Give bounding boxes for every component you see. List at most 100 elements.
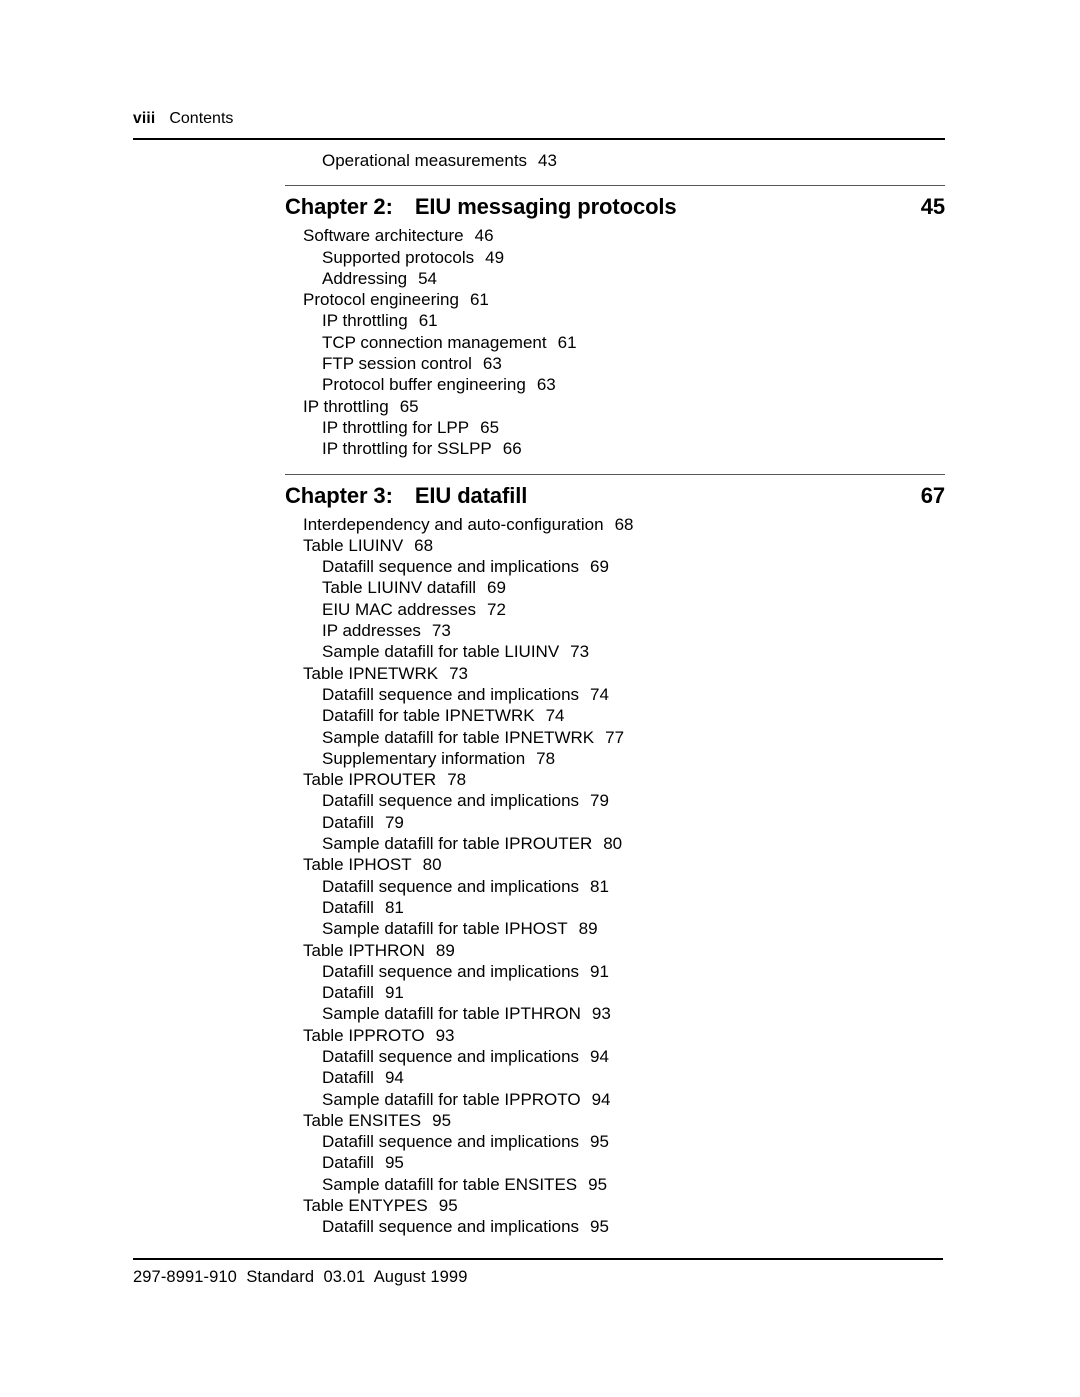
toc-entry[interactable]: FTP session control 63 — [133, 353, 945, 374]
toc-entry[interactable]: Datafill 95 — [133, 1152, 945, 1173]
table-of-contents: Operational measurements 43 Chapter 2: EIU… — [133, 150, 945, 1238]
toc-entry[interactable]: Table IPTHRON 89 — [133, 940, 945, 961]
toc-entry[interactable]: Supplementary information 78 — [133, 748, 945, 769]
toc-entry[interactable]: Sample datafill for table IPPROTO 94 — [133, 1089, 945, 1110]
toc-entry-page-number: 74 — [590, 684, 609, 704]
toc-entry-label: Datafill — [322, 1153, 374, 1173]
toc-entry-page-number: 68 — [614, 514, 634, 534]
toc-entry-label: Datafill sequence and implications — [322, 876, 580, 896]
toc-entry[interactable]: Datafill sequence and implications 74 — [133, 684, 945, 705]
toc-entry-page-number: 65 — [480, 417, 500, 437]
toc-entry-page-number: 94 — [384, 1068, 404, 1088]
toc-entry-label: Datafill sequence and implications — [322, 557, 580, 577]
toc-entry-label: Sample datafill for table ENSITES — [322, 1174, 578, 1194]
toc-entry[interactable]: Sample datafill for table ENSITES 95 — [133, 1174, 945, 1195]
toc-entry[interactable]: Datafill sequence and implications 95 — [133, 1216, 945, 1237]
toc-entry-page-number: 46 — [474, 226, 494, 246]
toc-entry[interactable]: Datafill sequence and implications 79 — [133, 790, 945, 811]
toc-entry[interactable]: Datafill sequence and implications 95 — [133, 1131, 945, 1152]
toc-entry[interactable]: Sample datafill for table IPHOST 89 — [133, 918, 945, 939]
toc-entry[interactable]: Datafill sequence and implications 91 — [133, 961, 945, 982]
toc-entry-page-number: 73 — [431, 621, 451, 641]
footer-divider — [133, 1258, 943, 1260]
toc-entry-label: IP addresses — [322, 621, 421, 641]
chapter-page-number: 45 — [920, 194, 945, 220]
toc-entry-page-number: 61 — [418, 311, 438, 331]
toc-entry-page-number: 89 — [578, 919, 598, 939]
toc-entry[interactable]: TCP connection management 61 — [133, 332, 945, 353]
toc-entry[interactable]: Table IPHOST 80 — [133, 854, 945, 875]
toc-entry-label: IP throttling — [303, 396, 389, 416]
toc-entry-page-number: 63 — [482, 354, 502, 374]
toc-entry[interactable]: Datafill sequence and implications 69 — [133, 556, 945, 577]
toc-entry-page-number: 78 — [447, 770, 467, 790]
toc-entry[interactable]: IP addresses 73 — [133, 620, 945, 641]
toc-entry[interactable]: Table LIUINV datafill 69 — [133, 577, 945, 598]
toc-entry[interactable]: Table IPPROTO 93 — [133, 1025, 945, 1046]
toc-entry[interactable]: Protocol buffer engineering 63 — [133, 374, 945, 395]
chapter-heading[interactable]: Chapter 3: EIU datafill 67 — [285, 483, 945, 509]
toc-entry[interactable]: Datafill for table IPNETWRK 74 — [133, 705, 945, 726]
toc-entry-label: Supplementary information — [322, 748, 526, 768]
toc-entry-label: Protocol buffer engineering — [322, 375, 526, 395]
toc-entry[interactable]: Datafill sequence and implications 94 — [133, 1046, 945, 1067]
chapter-title: EIU datafill — [414, 482, 528, 508]
toc-entry-label: Datafill sequence and implications — [322, 1046, 580, 1066]
toc-entry-label: Table ENTYPES — [303, 1196, 428, 1216]
toc-entry[interactable]: Table IPROUTER 78 — [133, 769, 945, 790]
toc-entry[interactable]: Sample datafill for table IPTHRON 93 — [133, 1003, 945, 1024]
toc-entry[interactable]: Datafill sequence and implications 81 — [133, 876, 945, 897]
toc-entry[interactable]: Table IPNETWRK 73 — [133, 663, 945, 684]
chapter-block: Chapter 2: EIU messaging protocols 45 Softw… — [133, 185, 945, 459]
toc-entry[interactable]: EIU MAC addresses 72 — [133, 599, 945, 620]
toc-entry[interactable]: IP throttling 61 — [133, 310, 945, 331]
toc-entry[interactable]: IP throttling 65 — [133, 396, 945, 417]
toc-entry[interactable]: Operational measurements 43 — [133, 150, 945, 171]
toc-entry[interactable]: Protocol engineering 61 — [133, 289, 945, 310]
toc-entry[interactable]: Interdependency and auto-configuration 68 — [133, 514, 945, 535]
toc-entry[interactable]: Sample datafill for table IPROUTER 80 — [133, 833, 945, 854]
toc-entry[interactable]: Addressing 54 — [133, 268, 945, 289]
toc-entry-page-number: 65 — [399, 396, 419, 416]
toc-entry-label: Table IPNETWRK — [303, 663, 439, 683]
chapter-divider — [285, 473, 945, 475]
toc-entry[interactable]: Sample datafill for table LIUINV 73 — [133, 641, 945, 662]
toc-entry-page-number: 94 — [590, 1046, 609, 1066]
toc-entry[interactable]: Supported protocols 49 — [133, 247, 945, 268]
chapter-entry-list: Software architecture 46 Supported protoco… — [133, 225, 945, 459]
toc-entry[interactable]: Datafill 91 — [133, 982, 945, 1003]
toc-entry-label: FTP session control — [322, 354, 472, 374]
toc-entry[interactable]: Table LIUINV 68 — [133, 535, 945, 556]
toc-entry-page-number: 94 — [591, 1089, 611, 1109]
toc-entry[interactable]: IP throttling for LPP 65 — [133, 417, 945, 438]
toc-entry[interactable]: Datafill 94 — [133, 1067, 945, 1088]
footer-text: 297-8991-910 Standard 03.01 August 1999 — [133, 1268, 468, 1286]
toc-entry-label: Table IPHOST — [303, 855, 412, 875]
toc-entry[interactable]: Table ENSITES 95 — [133, 1110, 945, 1131]
toc-entry-page-number: 79 — [590, 791, 609, 811]
toc-entry-label: Datafill — [322, 1068, 374, 1088]
toc-entry-label: Datafill sequence and implications — [322, 961, 580, 981]
toc-entry[interactable]: Datafill 81 — [133, 897, 945, 918]
toc-entry-page-number: 73 — [570, 642, 590, 662]
toc-entry-page-number: 66 — [502, 439, 522, 459]
toc-entry-label: Sample datafill for table IPTHRON — [322, 1004, 581, 1024]
toc-entry-label: Datafill sequence and implications — [322, 1217, 580, 1237]
toc-entry-page-number: 63 — [536, 375, 556, 395]
toc-entry-page-number: 77 — [605, 727, 625, 747]
toc-entry-label: Interdependency and auto-configuration — [303, 514, 604, 534]
toc-entry-page-number: 61 — [469, 290, 489, 310]
toc-entry-label: Datafill sequence and implications — [322, 684, 580, 704]
toc-entry[interactable]: Table ENTYPES 95 — [133, 1195, 945, 1216]
chapter-heading-left: Chapter 3: EIU datafill — [285, 483, 527, 509]
toc-entry[interactable]: Software architecture 46 — [133, 225, 945, 246]
toc-entry[interactable]: Sample datafill for table IPNETWRK 77 — [133, 727, 945, 748]
toc-entry-label: Supported protocols — [322, 247, 475, 267]
toc-entry-page-number: 80 — [422, 855, 442, 875]
toc-entry-page-number: 95 — [590, 1132, 609, 1152]
toc-entry[interactable]: IP throttling for SSLPP 66 — [133, 438, 945, 459]
chapter-heading[interactable]: Chapter 2: EIU messaging protocols 45 — [285, 194, 945, 220]
toc-entry-label: Datafill — [322, 983, 374, 1003]
toc-entry[interactable]: Datafill 79 — [133, 812, 945, 833]
toc-entry-label: Datafill — [322, 897, 374, 917]
